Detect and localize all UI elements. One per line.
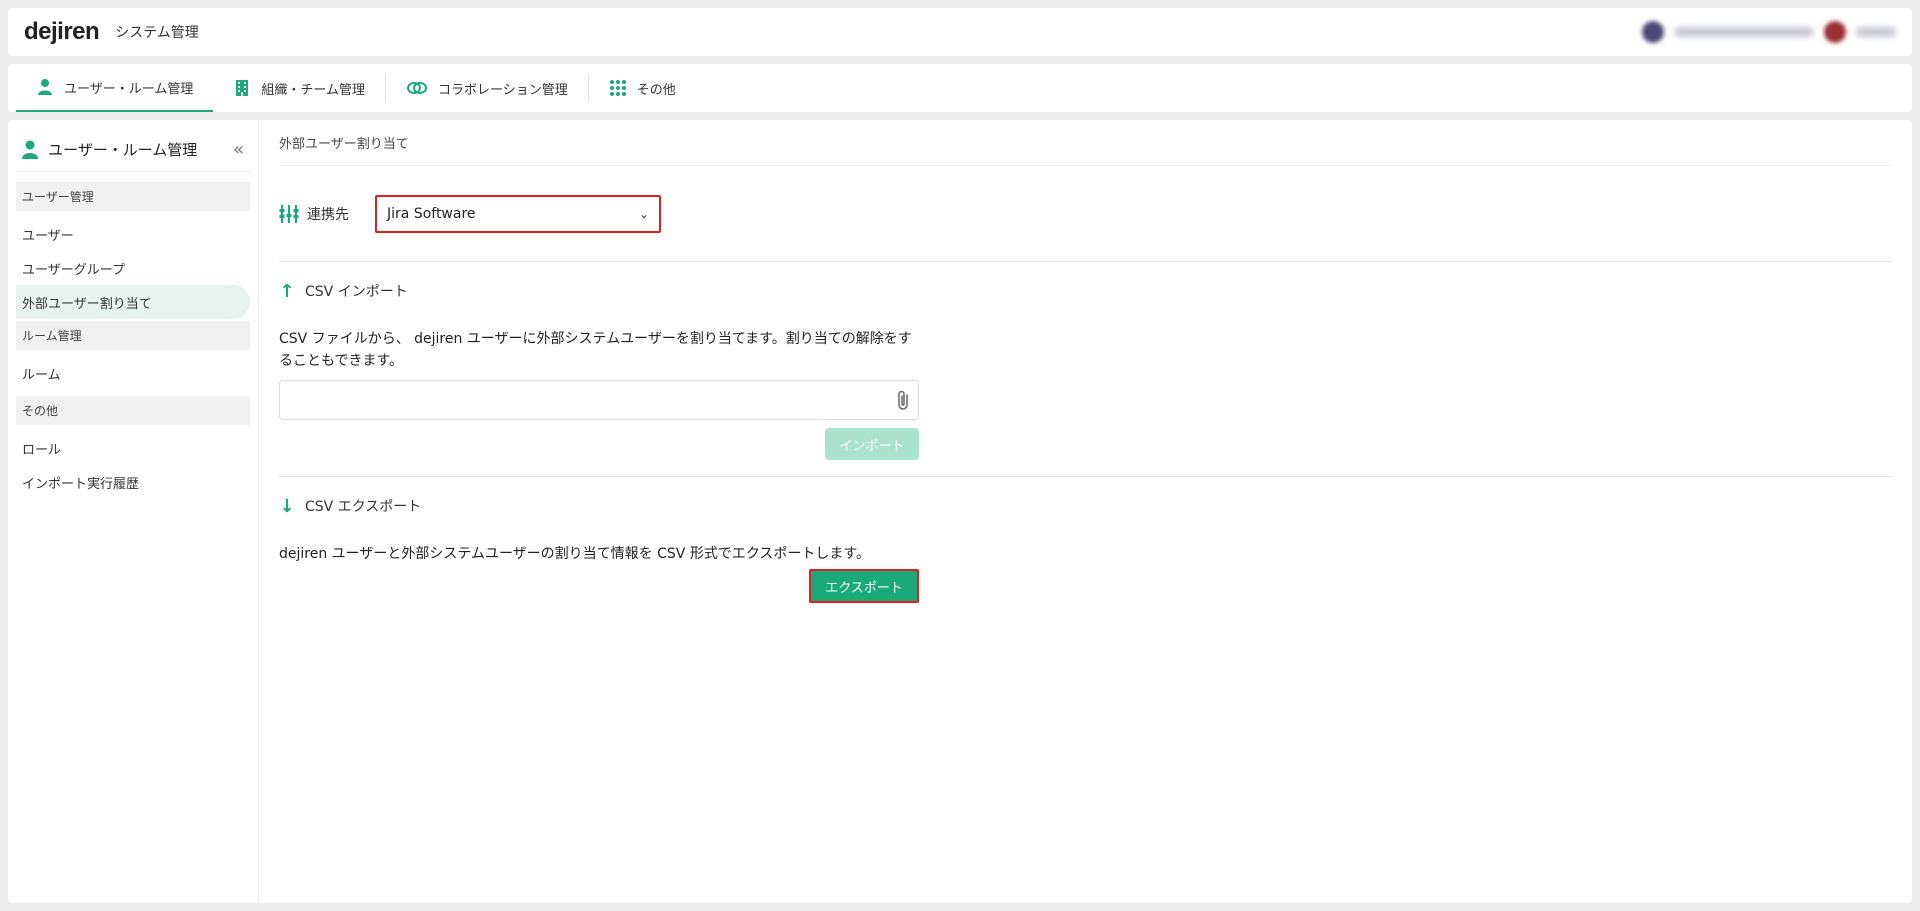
chevron-down-icon: ⌄ (638, 206, 649, 221)
integration-select-value: Jira Software (387, 205, 476, 222)
csv-file-input[interactable] (279, 380, 919, 420)
tab-label: 組織・チーム管理 (261, 82, 365, 98)
tab-user-room[interactable]: ユーザー・ルーム管理 (16, 64, 214, 112)
csv-export-description: dejiren ユーザーと外部システムユーザーの割り当て情報を CSV 形式でエ… (279, 546, 871, 562)
org-avatar[interactable] (1824, 21, 1846, 43)
arrow-down-icon: ↓ (279, 495, 295, 517)
sidebar-section-header: ユーザー管理 (16, 182, 250, 211)
user-avatar[interactable] (1642, 21, 1664, 43)
tab-label: コラボレーション管理 (437, 82, 568, 98)
tab-label: その他 (636, 82, 676, 98)
link-icon (406, 82, 427, 94)
breadcrumb: 外部ユーザー割り当て (279, 120, 1892, 166)
export-button[interactable]: エクスポート (809, 569, 919, 603)
csv-export-title: CSV エクスポート (305, 499, 422, 515)
sidebar-item-external-user-assignment[interactable]: 外部ユーザー割り当て (16, 285, 250, 319)
import-button-row: インポート (279, 428, 919, 460)
app-title: システム管理 (115, 25, 199, 41)
double-chevron-left-icon[interactable]: « (233, 139, 244, 160)
sidebar-item-import-history[interactable]: インポート実行履歴 (16, 465, 250, 499)
arrow-up-icon: ↑ (279, 280, 295, 302)
integration-row: 連携先 Jira Software ⌄ (279, 166, 1892, 262)
integration-select[interactable]: Jira Software ⌄ (375, 194, 661, 233)
csv-export-title-row: ↓ CSV エクスポート (279, 495, 1892, 517)
sidebar-section-header: その他 (16, 396, 250, 425)
sidebar-item-roles[interactable]: ロール (16, 431, 250, 465)
csv-import-section: ↑ CSV インポート CSV ファイルから、 dejiren ユーザーに外部シ… (279, 262, 1892, 460)
tab-org-team[interactable]: 組織・チーム管理 (213, 64, 385, 112)
paperclip-icon[interactable] (896, 389, 910, 411)
main-nav: ユーザー・ルーム管理 組織・チーム管理 コラボレーション管理 その他 (8, 64, 1912, 112)
sidebar-title: ユーザー・ルーム管理 (48, 141, 198, 159)
top-bar: dejiren システム管理 (8, 8, 1912, 56)
user-name-blurred (1674, 27, 1814, 37)
logo[interactable]: dejiren (24, 18, 100, 46)
main-content: 外部ユーザー割り当て 連携先 Jira Software ⌄ ↑ CSV インポ… (259, 120, 1912, 903)
sidebar-section-header: ルーム管理 (16, 321, 250, 350)
csv-import-title: CSV インポート (305, 284, 408, 300)
integration-label: 連携先 (307, 206, 349, 223)
tab-collaboration[interactable]: コラボレーション管理 (386, 64, 588, 112)
sidebar-item-user-groups[interactable]: ユーザーグループ (16, 251, 250, 285)
csv-export-section: ↓ CSV エクスポート dejiren ユーザーと外部システムユーザーの割り当… (279, 477, 1892, 603)
sidebar: ユーザー・ルーム管理 « ユーザー管理 ユーザー ユーザーグループ 外部ユーザー… (8, 120, 259, 903)
org-name-blurred (1856, 27, 1896, 37)
content-panel: ユーザー・ルーム管理 « ユーザー管理 ユーザー ユーザーグループ 外部ユーザー… (8, 120, 1912, 903)
csv-import-description: CSV ファイルから、 dejiren ユーザーに外部システムユーザーを割り当て… (279, 331, 912, 369)
import-button[interactable]: インポート (825, 428, 919, 460)
building-icon (236, 80, 249, 96)
sliders-icon (279, 204, 299, 223)
export-button-row: エクスポート (279, 569, 919, 603)
person-icon (22, 140, 38, 159)
sidebar-item-rooms[interactable]: ルーム (16, 356, 250, 390)
user-area[interactable] (1642, 21, 1896, 43)
grid-icon (609, 80, 626, 96)
person-icon (38, 79, 52, 95)
sidebar-header: ユーザー・ルーム管理 « (16, 128, 250, 172)
tab-label: ユーザー・ルーム管理 (64, 81, 194, 97)
csv-import-title-row: ↑ CSV インポート (279, 280, 1892, 302)
sidebar-item-users[interactable]: ユーザー (16, 217, 250, 251)
tab-other[interactable]: その他 (589, 64, 696, 112)
